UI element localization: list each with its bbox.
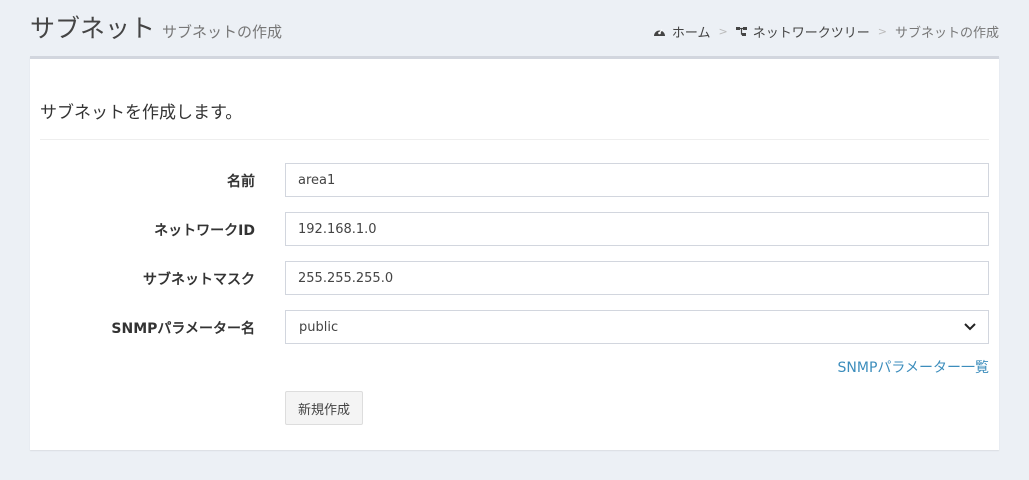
snmp-parameter-select[interactable]: public — [285, 310, 989, 344]
subnet-mask-label: サブネットマスク — [143, 272, 255, 288]
breadcrumb-separator: > — [877, 25, 887, 38]
chevron-down-icon — [964, 323, 976, 331]
subnet-mask-input[interactable] — [285, 261, 989, 295]
breadcrumb-home[interactable]: ホーム — [653, 22, 711, 41]
create-button[interactable]: 新規作成 — [285, 391, 364, 425]
breadcrumb: ホーム > ネットワークツリー > サブネットの作成 — [653, 22, 999, 41]
network-id-input[interactable] — [285, 212, 989, 246]
snmp-parameter-label: SNMPパラメーター名 — [111, 321, 255, 337]
form-box: サブネットを作成します。 名前 ネットワークID サブネットマスク SNMPパラ… — [30, 56, 999, 450]
tree-icon — [735, 27, 747, 36]
divider — [40, 139, 989, 140]
content-header: サブネット サブネットの作成 ホーム > ネットワークツリー > サブネットの作… — [0, 0, 1029, 56]
dashboard-icon — [653, 29, 665, 36]
snmp-parameter-selected: public — [299, 319, 339, 335]
page-subtitle: サブネットの作成 — [162, 23, 283, 41]
network-id-label: ネットワークID — [154, 223, 255, 239]
breadcrumb-network-tree[interactable]: ネットワークツリー — [735, 22, 870, 41]
snmp-parameter-list-link[interactable]: SNMPパラメーター一覧 — [838, 357, 989, 377]
breadcrumb-separator: > — [718, 25, 728, 38]
name-input[interactable] — [285, 163, 989, 197]
page-title: サブネット — [30, 14, 156, 43]
name-label: 名前 — [227, 174, 255, 190]
breadcrumb-home-label: ホーム — [671, 26, 711, 41]
breadcrumb-network-tree-label: ネットワークツリー — [752, 26, 870, 41]
form-lead: サブネットを作成します。 — [40, 103, 243, 123]
breadcrumb-current: サブネットの作成 — [894, 26, 999, 41]
